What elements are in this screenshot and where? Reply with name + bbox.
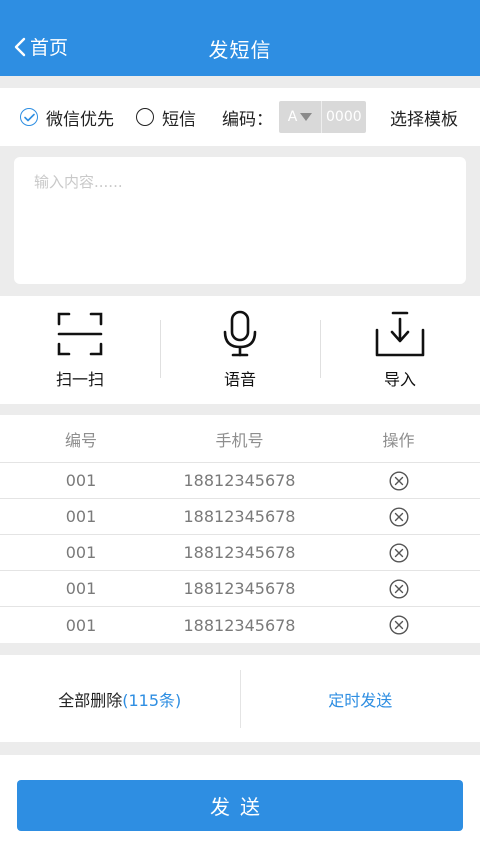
delete-all-label: 全部删除 xyxy=(58,690,123,710)
row-id: 001 xyxy=(65,579,97,598)
delete-row-button[interactable] xyxy=(388,542,409,563)
row-id: 001 xyxy=(65,507,97,526)
scan-button[interactable]: 扫一扫 xyxy=(0,296,160,404)
column-header-phone: 手机号 xyxy=(215,430,264,450)
row-phone: 18812345678 xyxy=(183,579,296,598)
scan-icon xyxy=(57,312,103,356)
code-label: 编码： xyxy=(222,109,273,130)
wechat-first-radio[interactable]: 微信优先 xyxy=(20,105,114,130)
app-header: 首页 发短信 xyxy=(0,0,480,76)
table-row: 001 18812345678 xyxy=(0,463,480,499)
delete-row-button[interactable] xyxy=(388,470,409,491)
microphone-icon xyxy=(223,310,257,357)
schedule-send-button[interactable]: 定时发送 xyxy=(241,687,480,711)
voice-label: 语音 xyxy=(223,370,256,389)
row-phone: 18812345678 xyxy=(183,615,296,635)
page-title: 发短信 xyxy=(208,38,272,62)
code-field: A xyxy=(279,101,366,133)
delete-row-button[interactable] xyxy=(388,506,409,527)
close-circle-icon xyxy=(388,615,409,635)
row-id: 001 xyxy=(65,543,97,562)
row-phone: 18812345678 xyxy=(183,543,296,562)
sms-radio[interactable]: 短信 xyxy=(136,105,196,130)
send-button[interactable]: 发送 xyxy=(17,780,463,831)
scan-label: 扫一扫 xyxy=(55,370,104,389)
import-icon xyxy=(375,311,425,357)
choose-template-link[interactable]: 选择模板 xyxy=(390,105,458,130)
close-circle-icon xyxy=(388,506,409,527)
delete-row-button[interactable] xyxy=(388,578,409,599)
table-row: 001 18812345678 xyxy=(0,607,480,643)
table-header: 编号 手机号 操作 xyxy=(0,415,480,463)
row-id: 001 xyxy=(65,615,97,635)
wechat-first-label: 微信优先 xyxy=(46,109,114,130)
close-circle-icon xyxy=(388,470,409,491)
table-row: 001 18812345678 xyxy=(0,571,480,607)
bulk-actions-row: 全部删除(115条) 定时发送 xyxy=(0,655,480,742)
column-header-action: 操作 xyxy=(382,430,415,450)
column-header-id: 编号 xyxy=(64,430,97,450)
delete-row-button[interactable] xyxy=(388,615,409,635)
table-row: 001 18812345678 xyxy=(0,535,480,571)
unchecked-radio-icon xyxy=(136,108,154,126)
row-phone: 18812345678 xyxy=(183,471,296,490)
code-input[interactable] xyxy=(322,101,366,133)
dropdown-arrow-icon xyxy=(300,113,313,121)
close-circle-icon xyxy=(388,542,409,563)
delete-all-button[interactable]: 全部删除(115条) xyxy=(0,687,240,711)
import-label: 导入 xyxy=(383,370,416,389)
bottom-bar: 发送 xyxy=(0,755,480,853)
tools-row: 扫一扫 语音 导入 xyxy=(0,296,480,404)
import-button[interactable]: 导入 xyxy=(320,296,480,404)
sms-label: 短信 xyxy=(162,109,196,130)
close-circle-icon xyxy=(388,578,409,599)
send-options-row: 微信优先 短信 编码： A 选择模板 xyxy=(0,88,480,146)
message-content-input[interactable] xyxy=(14,157,466,284)
row-phone: 18812345678 xyxy=(183,507,296,526)
checked-radio-icon xyxy=(20,108,38,126)
record-count: (115条) xyxy=(122,690,182,710)
table-row: 001 18812345678 xyxy=(0,499,480,535)
code-select[interactable]: A xyxy=(279,101,321,133)
voice-button[interactable]: 语音 xyxy=(160,296,320,404)
phone-table: 编号 手机号 操作 001 18812345678 001 1881234567… xyxy=(0,415,480,643)
row-id: 001 xyxy=(65,471,97,490)
